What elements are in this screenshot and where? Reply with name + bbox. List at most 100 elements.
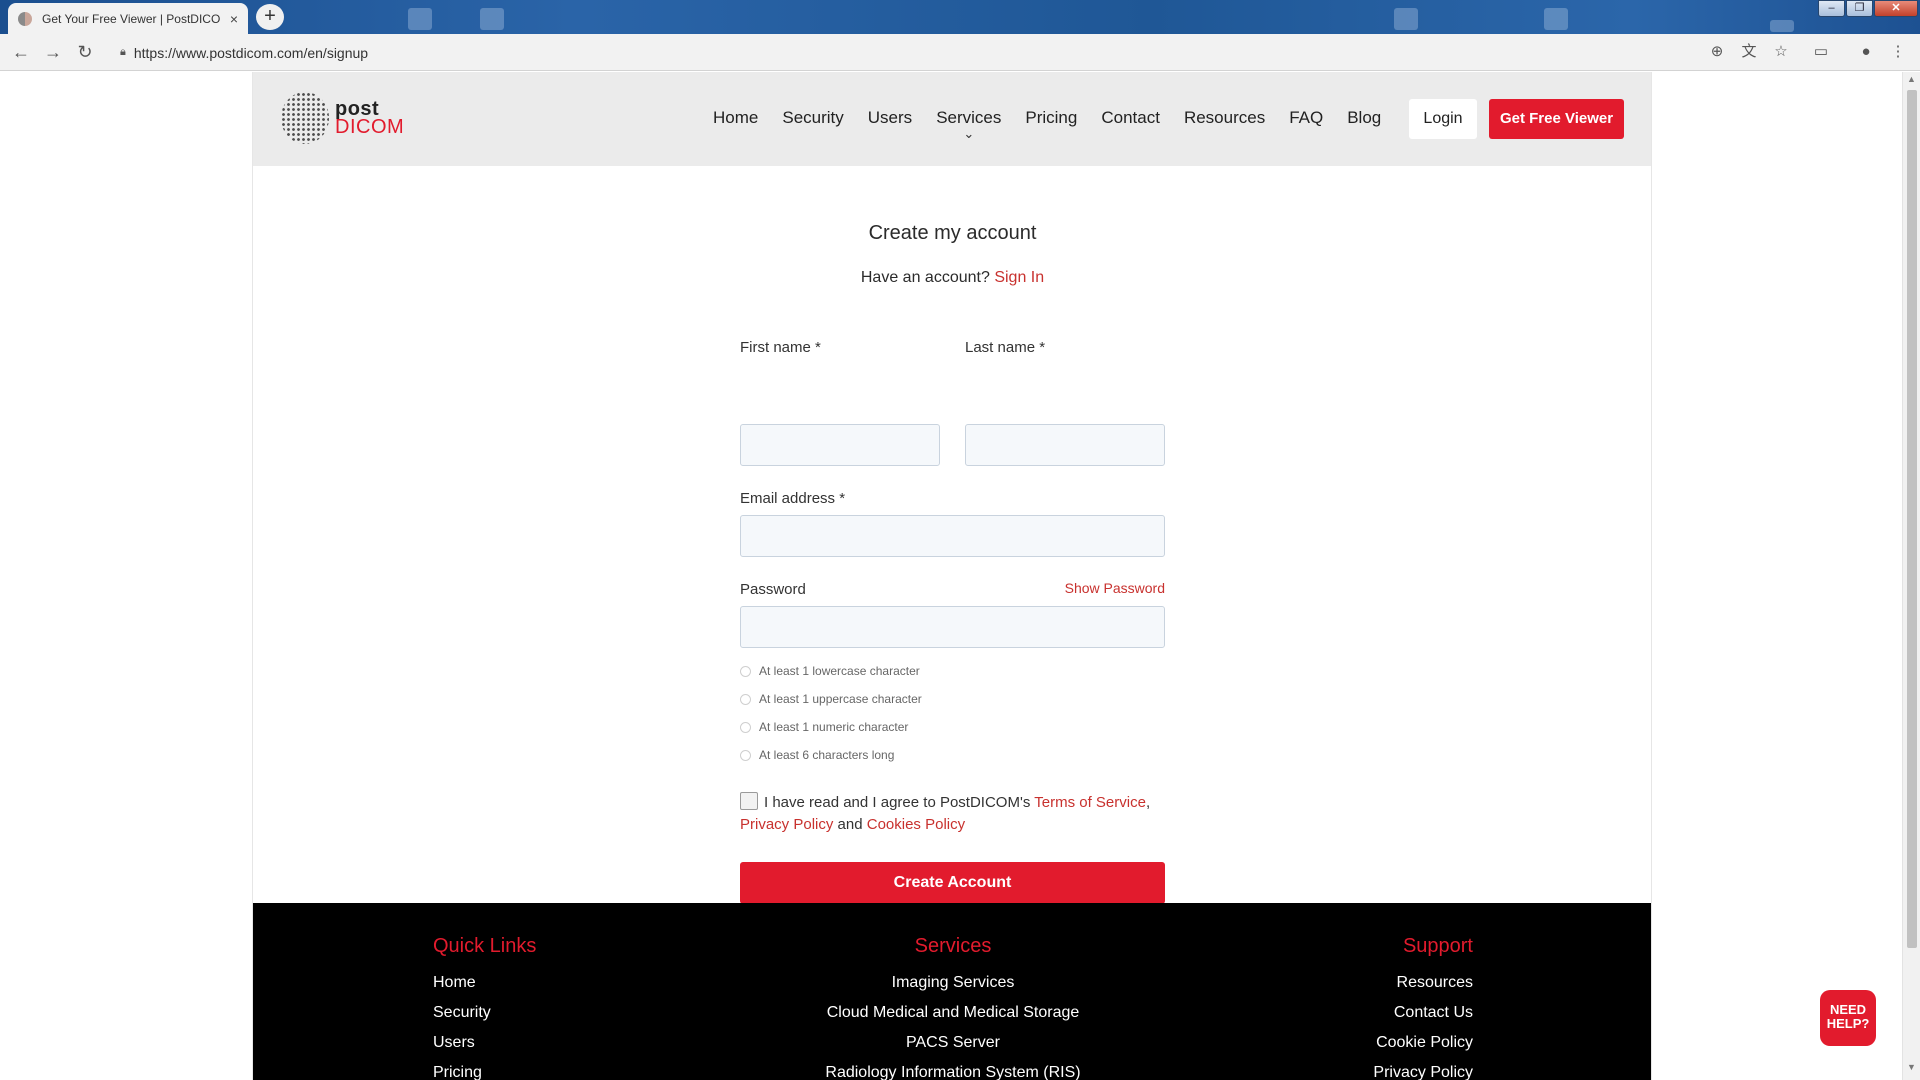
last-name-input[interactable] <box>965 424 1165 466</box>
minimize-button[interactable]: – <box>1818 0 1845 17</box>
scroll-up-icon[interactable]: ▲ <box>1907 74 1916 84</box>
nav-home[interactable]: Home <box>713 108 758 128</box>
sign-in-link[interactable]: Sign In <box>994 269 1044 286</box>
favicon-icon <box>18 11 32 26</box>
desktop-icon <box>1394 8 1418 30</box>
forward-arrow-icon[interactable]: → <box>43 42 63 62</box>
footer-link[interactable]: Radiology Information System (RIS) <box>753 1058 1153 1080</box>
show-password-link[interactable]: Show Password <box>1065 580 1165 596</box>
bookmark-star-icon[interactable]: ☆ <box>1771 42 1791 62</box>
terms-of-service-link[interactable]: Terms of Service <box>1034 794 1146 811</box>
lock-icon: 🔒︎ <box>120 46 126 58</box>
footer-quick-links: Quick Links Home Security Users Pricing <box>433 935 536 1080</box>
postdicom-logo[interactable]: post DICOM <box>281 92 404 144</box>
nav-contact[interactable]: Contact <box>1101 108 1160 128</box>
password-rule: At least 6 characters long <box>740 748 894 762</box>
get-free-viewer-button[interactable]: Get Free Viewer <box>1489 99 1624 139</box>
have-account-label: Have an account? <box>860 269 990 286</box>
menu-dots-icon[interactable]: ⋮ <box>1888 42 1908 62</box>
nav-services[interactable]: Services ⌄ <box>936 108 1002 141</box>
desktop-icon <box>480 8 504 30</box>
rule-status-icon <box>740 749 751 761</box>
nav-pricing[interactable]: Pricing <box>1025 108 1077 128</box>
scroll-down-icon[interactable]: ▼ <box>1907 1062 1916 1072</box>
window-controls: – ❐ ✕ <box>1818 0 1918 18</box>
nav-faq[interactable]: FAQ <box>1289 108 1323 128</box>
footer-support: Support Resources Contact Us Cookie Poli… <box>1273 935 1473 1080</box>
scrollbar-thumb[interactable] <box>1907 90 1917 948</box>
rule-status-icon <box>740 693 751 705</box>
close-tab-icon[interactable]: × <box>230 12 238 26</box>
nav-resources[interactable]: Resources <box>1184 108 1265 128</box>
need-help-chat-button[interactable]: NEED HELP? <box>1820 990 1876 1046</box>
footer-link[interactable]: Contact Us <box>1273 998 1473 1028</box>
form-title: Create my account <box>868 222 1037 244</box>
maximize-button[interactable]: ❐ <box>1846 0 1873 17</box>
main-navigation: Home Security Users Services ⌄ Pricing C… <box>713 108 1381 141</box>
password-input[interactable] <box>740 606 1165 648</box>
footer-link[interactable]: Pricing <box>433 1058 536 1080</box>
first-name-label: First name * <box>740 339 821 356</box>
new-tab-button[interactable]: + <box>256 4 284 30</box>
site-header: post DICOM Home Security Users Services … <box>253 72 1651 166</box>
password-rule-text: At least 1 lowercase character <box>759 664 920 678</box>
terms-agreement: I have read and I agree to PostDICOM's T… <box>740 792 1151 833</box>
footer-column-title: Services <box>914 935 992 957</box>
page-scrollbar[interactable]: ▲ ▼ <box>1902 72 1920 1080</box>
browser-tab[interactable]: Get Your Free Viewer | PostDICOM × <box>8 3 248 34</box>
site-footer: Quick Links Home Security Users Pricing … <box>253 903 1651 1080</box>
password-rule: At least 1 numeric character <box>740 720 908 734</box>
footer-link[interactable]: Security <box>433 998 536 1028</box>
translate-icon[interactable]: 文 <box>1739 42 1759 62</box>
have-account-text: Have an account? Sign In <box>740 269 1165 287</box>
footer-link[interactable]: Users <box>433 1028 536 1058</box>
rule-status-icon <box>740 721 751 733</box>
email-input[interactable] <box>740 515 1165 557</box>
and-text: and <box>837 816 863 833</box>
browser-tab-bar: Get Your Free Viewer | PostDICOM × + – ❐… <box>0 0 1920 34</box>
first-name-input[interactable] <box>740 424 940 466</box>
logo-mark-icon <box>281 92 329 144</box>
reload-icon[interactable]: ↻ <box>75 42 95 62</box>
login-button[interactable]: Login <box>1409 99 1477 139</box>
url-text: https://www.postdicom.com/en/signup <box>133 44 369 61</box>
rule-status-icon <box>740 665 751 677</box>
footer-link[interactable]: Cloud Medical and Medical Storage <box>753 998 1153 1028</box>
email-label: Email address * <box>740 490 846 507</box>
create-account-button[interactable]: Create Account <box>740 862 1165 904</box>
terms-prefix-text: I have read and I agree to PostDICOM's <box>764 794 1031 811</box>
last-name-label: Last name * <box>965 339 1046 356</box>
cast-icon[interactable]: ▭ <box>1811 42 1831 62</box>
footer-link[interactable]: Home <box>433 968 536 998</box>
chevron-down-icon: ⌄ <box>963 126 975 141</box>
footer-services: Services Imaging Services Cloud Medical … <box>753 935 1153 1080</box>
cookies-policy-link[interactable]: Cookies Policy <box>867 816 965 833</box>
footer-link[interactable]: Cookie Policy <box>1273 1028 1473 1058</box>
footer-link[interactable]: PACS Server <box>753 1028 1153 1058</box>
footer-link[interactable]: Imaging Services <box>753 968 1153 998</box>
back-arrow-icon[interactable]: ← <box>11 42 31 62</box>
nav-services-label: Services <box>936 108 1002 127</box>
privacy-policy-link[interactable]: Privacy Policy <box>740 816 833 833</box>
nav-blog[interactable]: Blog <box>1347 108 1381 128</box>
footer-column-title: Quick Links <box>433 935 537 957</box>
page: post DICOM Home Security Users Services … <box>252 72 1652 1080</box>
need-help-line2: HELP? <box>1826 1016 1870 1031</box>
tab-title: Get Your Free Viewer | PostDICOM <box>42 11 220 26</box>
desktop-icon <box>1544 8 1568 30</box>
password-rule: At least 1 lowercase character <box>740 664 920 678</box>
desktop-icon <box>408 8 432 30</box>
close-window-button[interactable]: ✕ <box>1874 0 1918 17</box>
password-rule-text: At least 1 numeric character <box>759 720 909 734</box>
desktop-icon <box>1770 20 1794 32</box>
address-bar[interactable]: 🔒︎ https://www.postdicom.com/en/signup <box>110 39 1470 66</box>
terms-checkbox[interactable] <box>740 792 758 810</box>
browser-toolbar: ← → ↻ 🔒︎ https://www.postdicom.com/en/si… <box>0 34 1920 71</box>
password-rule: At least 1 uppercase character <box>740 692 922 706</box>
nav-users[interactable]: Users <box>868 108 912 128</box>
footer-link[interactable]: Resources <box>1273 968 1473 998</box>
nav-security[interactable]: Security <box>782 108 843 128</box>
translate-icon[interactable]: ⊕ <box>1707 42 1727 62</box>
account-icon[interactable]: ● <box>1856 42 1876 62</box>
footer-link[interactable]: Privacy Policy <box>1273 1058 1473 1080</box>
